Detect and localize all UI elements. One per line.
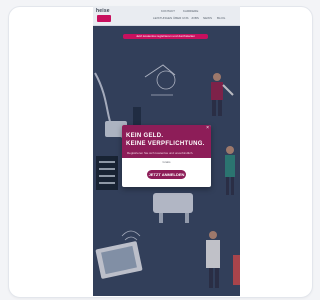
site-logo-mark[interactable]: [97, 15, 111, 22]
signup-modal: × KEIN GELD. KEINE VERPFLICHTUNG. Regist…: [122, 125, 211, 187]
nav-link-kontakt[interactable]: KONTAKT: [161, 10, 175, 13]
nav-link-karriere[interactable]: KARRIERE: [183, 10, 198, 13]
nav-link-ueber-uns[interactable]: ÜBER UNS: [173, 17, 189, 20]
modal-headline-2: KEINE VERPFLICHTUNG.: [126, 141, 205, 147]
nav-link-news[interactable]: NEWS: [203, 17, 212, 20]
close-icon[interactable]: ×: [206, 126, 209, 131]
site-logo-text[interactable]: heise: [96, 8, 110, 14]
side-text-block: [96, 156, 118, 190]
nav-link-jobs[interactable]: JOBS: [191, 17, 199, 20]
site-header: heise KONTAKT KARRIERE LEISTUNGEN ÜBER U…: [93, 6, 240, 26]
modal-cta-button[interactable]: JETZT ANMELDEN: [147, 170, 186, 179]
nav-link-leistungen[interactable]: LEISTUNGEN: [153, 17, 172, 20]
promo-banner[interactable]: Jetzt kostenlos registrieren und durchst…: [123, 34, 208, 39]
modal-small-text: Gratis: [162, 160, 171, 164]
nav-link-blog[interactable]: BLOG: [217, 17, 225, 20]
modal-header: × KEIN GELD. KEINE VERPFLICHTUNG. Regist…: [122, 125, 211, 158]
site-nav: KONTAKT KARRIERE LEISTUNGEN ÜBER UNS JOB…: [153, 10, 238, 22]
modal-headline-1: KEIN GELD.: [126, 133, 164, 139]
mobile-page-preview: heise KONTAKT KARRIERE LEISTUNGEN ÜBER U…: [93, 6, 240, 296]
modal-subtext: Registrieren Sie sich kostenlos und unve…: [127, 151, 194, 155]
